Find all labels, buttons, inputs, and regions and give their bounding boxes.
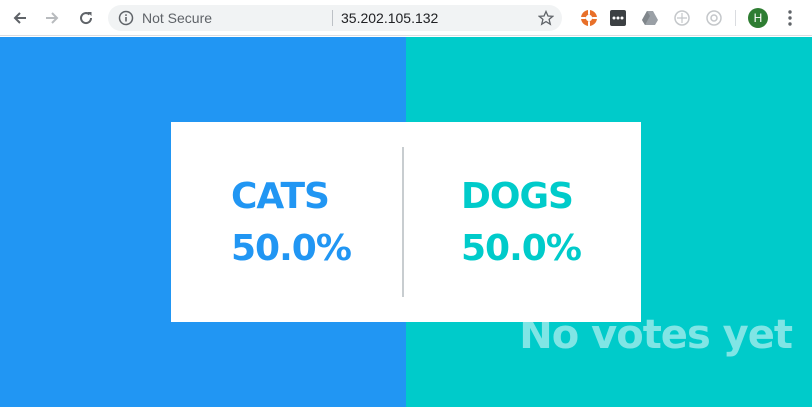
results-divider [402,147,404,297]
kebab-menu-icon[interactable] [782,8,798,28]
drive-extension-icon[interactable] [641,9,659,27]
cats-label: CATS [231,176,330,217]
url-text[interactable]: 35.202.105.132 [341,10,438,26]
voting-results-page: CATS 50.0% DOGS 50.0% No votes yet [0,37,812,407]
dogs-percent: 50.0% [461,228,582,269]
lifebuoy-extension-icon[interactable] [580,9,598,27]
star-icon[interactable] [537,9,555,30]
arrow-right-icon [46,12,59,24]
browser-toolbar: Not Secure 35.202.105.132 H [0,0,812,36]
toolbar-divider [735,10,736,26]
results-card: CATS 50.0% DOGS 50.0% [171,122,641,322]
back-button[interactable] [8,6,32,30]
target-extension-icon[interactable] [705,9,723,27]
grid-extension-icon[interactable] [673,9,691,27]
address-bar[interactable]: Not Secure 35.202.105.132 [108,5,562,31]
info-icon[interactable] [118,10,134,30]
dots-extension-icon[interactable] [609,9,627,27]
reload-icon [80,12,93,25]
forward-button[interactable] [40,6,64,30]
address-separator [332,10,333,26]
arrow-left-icon [13,12,26,24]
security-label[interactable]: Not Secure [142,10,212,26]
reload-button[interactable] [74,6,98,30]
vote-status: No votes yet [519,312,793,358]
dogs-label: DOGS [461,176,574,217]
cats-percent: 50.0% [231,228,352,269]
profile-avatar[interactable]: H [748,8,768,28]
